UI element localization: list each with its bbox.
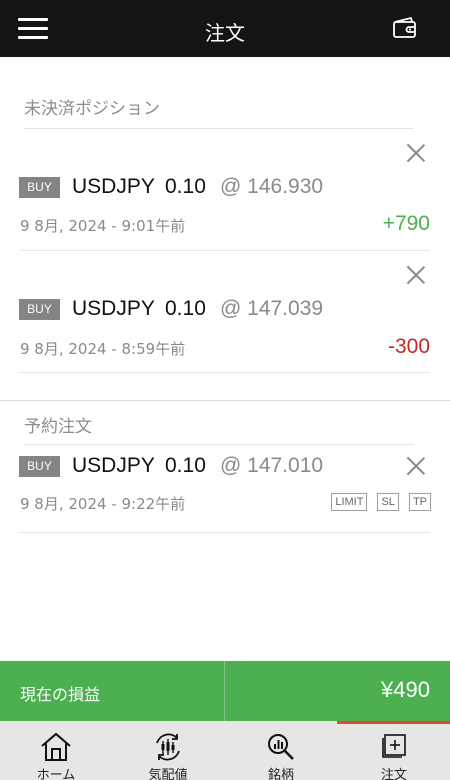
nav-item-home[interactable]: ホーム bbox=[0, 724, 112, 780]
divider bbox=[20, 372, 430, 373]
order-price: @ 147.010 bbox=[220, 454, 324, 477]
nav-label: 気配値 bbox=[148, 768, 188, 780]
close-position-icon[interactable] bbox=[406, 265, 426, 285]
symbol: USDJPY bbox=[72, 175, 155, 198]
nav-label: 銘柄 bbox=[267, 768, 294, 780]
symbol: USDJPY bbox=[72, 454, 155, 477]
buy-badge: BUY bbox=[19, 456, 60, 477]
divider bbox=[20, 250, 430, 251]
lot-size: 0.10 bbox=[165, 297, 206, 320]
pnl-label: 現在の損益 bbox=[20, 685, 101, 704]
close-position-icon[interactable] bbox=[406, 143, 426, 163]
order-tags: LIMIT SL TP bbox=[331, 493, 431, 511]
bottom-nav: ホーム 気配値 銘柄 注文 bbox=[0, 721, 450, 780]
lot-size: 0.10 bbox=[165, 175, 206, 198]
order-icon bbox=[382, 734, 406, 758]
section-divider bbox=[0, 400, 450, 401]
symbol: USDJPY bbox=[72, 297, 155, 320]
buy-badge: BUY bbox=[19, 299, 60, 320]
entry-price: @ 147.039 bbox=[220, 297, 324, 320]
sl-tag: SL bbox=[377, 493, 399, 511]
nav-item-quotes[interactable]: 気配値 bbox=[112, 724, 224, 780]
tp-tag: TP bbox=[408, 493, 431, 511]
pnl-divider bbox=[224, 661, 225, 721]
profit-loss: +790 bbox=[382, 212, 430, 235]
pending-orders-header: 予約注文 bbox=[24, 417, 92, 437]
open-positions-header: 未決済ポジション bbox=[24, 99, 160, 119]
nav-item-orders[interactable]: 注文 bbox=[338, 724, 450, 780]
divider bbox=[20, 532, 430, 533]
divider bbox=[24, 128, 414, 129]
lot-size: 0.10 bbox=[165, 454, 206, 477]
cancel-order-icon[interactable] bbox=[406, 456, 426, 476]
buy-badge: BUY bbox=[19, 177, 60, 198]
pnl-value: ¥490 bbox=[381, 677, 430, 702]
timestamp: 9 8月, 2024 - 8:59午前 bbox=[20, 340, 186, 358]
timestamp: 9 8月, 2024 - 9:01午前 bbox=[20, 217, 186, 235]
search-chart-icon bbox=[268, 734, 294, 760]
home-icon bbox=[41, 732, 71, 761]
pnl-bar: 現在の損益 ¥490 bbox=[0, 661, 450, 721]
candlestick-icon bbox=[156, 733, 180, 761]
limit-tag: LIMIT bbox=[331, 493, 368, 511]
timestamp: 9 8月, 2024 - 9:22午前 bbox=[20, 495, 186, 513]
nav-label: ホーム bbox=[36, 768, 76, 780]
wallet-icon[interactable] bbox=[390, 15, 420, 41]
nav-label: 注文 bbox=[380, 768, 407, 780]
top-bar: 注文 bbox=[0, 0, 450, 57]
nav-item-symbols[interactable]: 銘柄 bbox=[225, 724, 337, 780]
divider bbox=[24, 444, 414, 445]
profit-loss: -300 bbox=[387, 335, 430, 358]
entry-price: @ 146.930 bbox=[220, 175, 324, 198]
page-title: 注文 bbox=[205, 21, 245, 45]
